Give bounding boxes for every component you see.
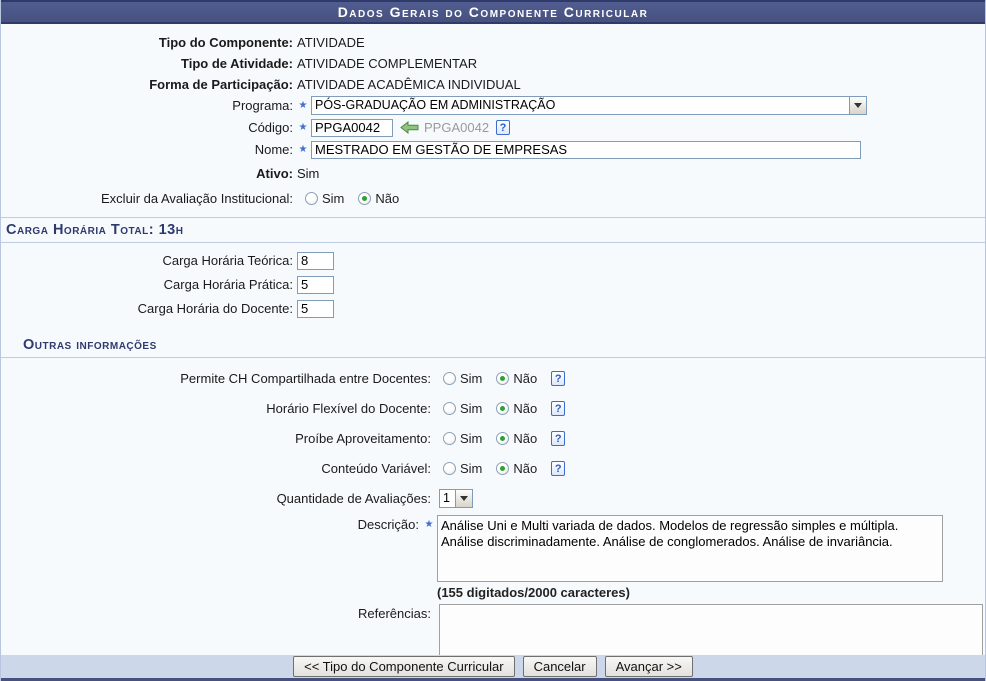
- proibe-aproveitamento-label: Proíbe Aproveitamento:: [1, 431, 431, 446]
- ch-docente-input[interactable]: [297, 300, 334, 318]
- quantidade-avaliacoes-label: Quantidade de Avaliações:: [1, 491, 431, 506]
- programa-select[interactable]: PÓS-GRADUAÇÃO EM ADMINISTRAÇÃO: [311, 96, 867, 115]
- tipo-atividade-value: ATIVIDADE COMPLEMENTAR: [297, 56, 477, 71]
- permite-ch-radio-nao-label: Não: [513, 371, 537, 386]
- horario-flexivel-radio-sim-label: Sim: [460, 401, 482, 416]
- ativo-label: Ativo:: [1, 166, 293, 181]
- conteudo-variavel-radio-nao-label: Não: [513, 461, 537, 476]
- component-general-data-page: Dados Gerais do Componente Curricular Ti…: [0, 0, 986, 681]
- section-outras-informacoes-title: Outras informações: [1, 333, 985, 358]
- ch-teorica-label: Carga Horária Teórica:: [1, 253, 293, 268]
- quantidade-avaliacoes-select[interactable]: 1: [439, 489, 473, 508]
- nome-input[interactable]: [311, 141, 861, 159]
- tipo-componente-value: ATIVIDADE: [297, 35, 365, 50]
- field-tipo-componente: Tipo do Componente: ATIVIDADE: [1, 33, 985, 52]
- descricao-label: Descrição:: [1, 515, 419, 532]
- help-icon[interactable]: ?: [551, 461, 565, 476]
- chevron-down-icon: [854, 103, 862, 108]
- referencias-label: Referências:: [1, 604, 431, 621]
- field-ativo: Ativo: Sim: [1, 164, 985, 183]
- conteudo-variavel-radio-sim-label: Sim: [460, 461, 482, 476]
- field-programa: Programa: ★ PÓS-GRADUAÇÃO EM ADMINISTRAÇ…: [1, 96, 985, 115]
- permite-ch-label: Permite CH Compartilhada entre Docentes:: [1, 371, 431, 386]
- ch-docente-label: Carga Horária do Docente:: [1, 301, 293, 316]
- programa-dropdown-button[interactable]: [849, 97, 866, 114]
- ch-pratica-input[interactable]: [297, 276, 334, 294]
- excluir-avaliacao-radio-sim-label: Sim: [322, 191, 344, 206]
- help-icon[interactable]: ?: [496, 120, 510, 135]
- horario-flexivel-radio-nao-label: Não: [513, 401, 537, 416]
- descricao-char-counter: (155 digitados/2000 caracteres): [437, 585, 985, 600]
- permite-ch-radio-nao[interactable]: [496, 372, 509, 385]
- footer-action-bar: << Tipo do Componente Curricular Cancela…: [1, 655, 985, 681]
- quantidade-dropdown-button[interactable]: [455, 490, 472, 507]
- descricao-textarea[interactable]: Análise Uni e Multi variada de dados. Mo…: [437, 515, 943, 582]
- quantidade-avaliacoes-value: 1: [440, 490, 455, 507]
- field-quantidade-avaliacoes: Quantidade de Avaliações: 1: [1, 489, 985, 508]
- field-ch-docente: Carga Horária do Docente:: [1, 299, 985, 318]
- ch-teorica-input[interactable]: [297, 252, 334, 270]
- horario-flexivel-label: Horário Flexível do Docente:: [1, 401, 431, 416]
- required-star-icon: ★: [297, 144, 309, 155]
- help-icon[interactable]: ?: [551, 401, 565, 416]
- programa-label: Programa:: [1, 98, 293, 113]
- codigo-input[interactable]: [311, 119, 393, 137]
- cancel-button[interactable]: Cancelar: [523, 656, 597, 677]
- field-permite-ch-compartilhada: Permite CH Compartilhada entre Docentes:…: [1, 369, 985, 388]
- field-nome: Nome: ★: [1, 140, 985, 159]
- permite-ch-radio-sim-label: Sim: [460, 371, 482, 386]
- conteudo-variavel-radio-nao[interactable]: [496, 462, 509, 475]
- horario-flexivel-radio-sim[interactable]: [443, 402, 456, 415]
- tipo-atividade-label: Tipo de Atividade:: [1, 56, 293, 71]
- proibe-aproveitamento-radio-sim[interactable]: [443, 432, 456, 445]
- proibe-aproveitamento-radio-nao[interactable]: [496, 432, 509, 445]
- help-icon[interactable]: ?: [551, 371, 565, 386]
- proibe-aproveitamento-radio-nao-label: Não: [513, 431, 537, 446]
- back-tipo-componente-button[interactable]: << Tipo do Componente Curricular: [293, 656, 514, 677]
- arrow-left-icon: [400, 121, 419, 134]
- tipo-componente-label: Tipo do Componente:: [1, 35, 293, 50]
- field-proibe-aproveitamento: Proíbe Aproveitamento: Sim Não ?: [1, 429, 985, 448]
- field-excluir-avaliacao: Excluir da Avaliação Institucional: Sim …: [1, 189, 985, 208]
- required-star-icon: ★: [297, 122, 309, 133]
- field-tipo-atividade: Tipo de Atividade: ATIVIDADE COMPLEMENTA…: [1, 54, 985, 73]
- page-title: Dados Gerais do Componente Curricular: [1, 0, 985, 24]
- conteudo-variavel-label: Conteúdo Variável:: [1, 461, 431, 476]
- component-form: Tipo do Componente: ATIVIDADE Tipo de At…: [1, 24, 985, 674]
- excluir-avaliacao-radio-nao-label: Não: [375, 191, 399, 206]
- proibe-aproveitamento-radio-sim-label: Sim: [460, 431, 482, 446]
- field-descricao: Descrição: ★ Análise Uni e Multi variada…: [1, 515, 985, 582]
- field-ch-teorica: Carga Horária Teórica:: [1, 251, 985, 270]
- permite-ch-radio-sim[interactable]: [443, 372, 456, 385]
- codigo-suggestion: PPGA0042: [424, 120, 489, 135]
- chevron-down-icon: [460, 496, 468, 501]
- ch-pratica-label: Carga Horária Prática:: [1, 277, 293, 292]
- section-carga-horaria-title: Carga Horária Total: 13h: [1, 217, 985, 243]
- programa-selected-value: PÓS-GRADUAÇÃO EM ADMINISTRAÇÃO: [312, 97, 849, 114]
- required-star-icon: ★: [423, 515, 435, 530]
- codigo-label: Código:: [1, 120, 293, 135]
- excluir-avaliacao-radio-nao[interactable]: [358, 192, 371, 205]
- horario-flexivel-radio-nao[interactable]: [496, 402, 509, 415]
- field-forma-participacao: Forma de Participação: ATIVIDADE ACADÊMI…: [1, 75, 985, 94]
- required-star-icon: ★: [297, 100, 309, 111]
- field-codigo: Código: ★ PPGA0042 ?: [1, 118, 985, 137]
- field-conteudo-variavel: Conteúdo Variável: Sim Não ?: [1, 459, 985, 478]
- conteudo-variavel-radio-sim[interactable]: [443, 462, 456, 475]
- nome-label: Nome:: [1, 142, 293, 157]
- help-icon[interactable]: ?: [551, 431, 565, 446]
- field-ch-pratica: Carga Horária Prática:: [1, 275, 985, 294]
- forma-participacao-label: Forma de Participação:: [1, 77, 293, 92]
- ativo-value: Sim: [297, 166, 319, 181]
- excluir-avaliacao-label: Excluir da Avaliação Institucional:: [1, 191, 293, 206]
- field-horario-flexivel: Horário Flexível do Docente: Sim Não ?: [1, 399, 985, 418]
- forma-participacao-value: ATIVIDADE ACADÊMICA INDIVIDUAL: [297, 77, 521, 92]
- excluir-avaliacao-radio-sim[interactable]: [305, 192, 318, 205]
- advance-button[interactable]: Avançar >>: [605, 656, 693, 677]
